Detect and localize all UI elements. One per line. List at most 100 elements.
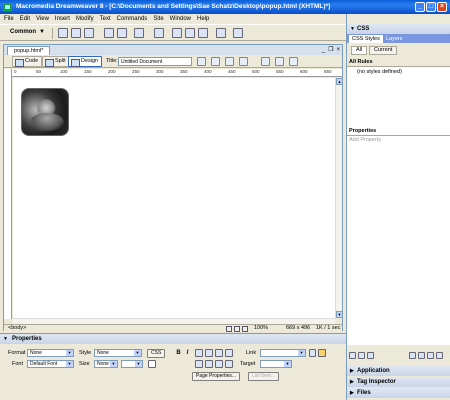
tag-selector[interactable]: <body> bbox=[8, 325, 26, 332]
no-styles-text: (no styles defined) bbox=[357, 69, 402, 75]
menu-site[interactable]: Site bbox=[153, 14, 163, 24]
unordered-list-icon[interactable] bbox=[195, 360, 203, 368]
doc-minimize-button[interactable]: _ bbox=[322, 46, 325, 54]
size-select[interactable]: None bbox=[94, 360, 118, 368]
size-label: Size bbox=[79, 361, 90, 367]
font-select[interactable]: Default Font bbox=[27, 360, 74, 368]
css-property-list[interactable]: Add Property bbox=[347, 135, 450, 345]
document-tab[interactable]: popup.html* bbox=[7, 46, 51, 55]
show-list-view-icon[interactable] bbox=[358, 352, 365, 359]
style-select[interactable]: None bbox=[94, 349, 142, 357]
indent-icon[interactable] bbox=[225, 360, 233, 368]
align-right-icon[interactable] bbox=[215, 349, 223, 357]
bold-button[interactable]: B bbox=[175, 350, 182, 357]
text-color-swatch[interactable] bbox=[148, 360, 156, 368]
current-toggle[interactable]: Current bbox=[369, 46, 398, 55]
menu-view[interactable]: View bbox=[36, 14, 49, 24]
validate-icon[interactable] bbox=[225, 57, 234, 66]
layer-icon[interactable] bbox=[117, 28, 127, 38]
menu-commands[interactable]: Commands bbox=[117, 14, 148, 24]
table-icon[interactable] bbox=[104, 28, 114, 38]
tag-chooser-icon[interactable] bbox=[233, 28, 243, 38]
visual-aids-icon[interactable] bbox=[289, 57, 298, 66]
minimize-button[interactable]: _ bbox=[415, 2, 425, 12]
menu-file[interactable]: File bbox=[4, 14, 14, 24]
ordered-list-icon[interactable] bbox=[205, 360, 213, 368]
maximize-button[interactable]: □ bbox=[426, 2, 436, 12]
window-size[interactable]: 669 x 496 bbox=[286, 325, 310, 332]
new-css-rule-icon[interactable] bbox=[418, 352, 425, 359]
delete-css-rule-icon[interactable] bbox=[436, 352, 443, 359]
refresh-icon[interactable] bbox=[261, 57, 270, 66]
vertical-ruler bbox=[4, 69, 12, 319]
title-label: Title: bbox=[106, 58, 118, 64]
cat-photo-image[interactable] bbox=[21, 88, 69, 136]
zoom-tool-icon[interactable] bbox=[242, 326, 248, 332]
css-panel-header[interactable]: CSS bbox=[347, 24, 450, 34]
target-select[interactable] bbox=[260, 360, 292, 368]
application-panel-header[interactable]: Application bbox=[347, 366, 450, 376]
templates-icon[interactable] bbox=[216, 28, 226, 38]
menu-insert[interactable]: Insert bbox=[55, 14, 70, 24]
media-icon[interactable] bbox=[154, 28, 164, 38]
italic-button[interactable]: I bbox=[184, 350, 191, 357]
doc-close-button[interactable]: × bbox=[336, 46, 340, 54]
close-button[interactable]: × bbox=[437, 2, 447, 12]
tab-css-styles[interactable]: CSS Styles bbox=[349, 35, 383, 43]
ruler-label: 300 bbox=[156, 69, 164, 74]
zoom-level[interactable]: 100% bbox=[254, 325, 268, 332]
page-properties-button[interactable]: Page Properties... bbox=[192, 372, 241, 381]
attach-stylesheet-icon[interactable] bbox=[409, 352, 416, 359]
outdent-icon[interactable] bbox=[215, 360, 223, 368]
date-icon[interactable] bbox=[172, 28, 182, 38]
split-view-button[interactable]: Split bbox=[42, 56, 70, 67]
tab-layers[interactable]: Layers bbox=[383, 35, 406, 43]
email-link-icon[interactable] bbox=[71, 28, 81, 38]
add-property-link[interactable]: Add Property bbox=[349, 137, 381, 143]
align-center-icon[interactable] bbox=[205, 349, 213, 357]
named-anchor-icon[interactable] bbox=[84, 28, 94, 38]
design-canvas[interactable] bbox=[13, 78, 335, 318]
all-rules-toggle[interactable]: All bbox=[351, 46, 368, 55]
size-unit-select bbox=[121, 360, 143, 368]
design-view-button[interactable]: Design bbox=[68, 56, 103, 67]
all-rules-label: All Rules bbox=[349, 59, 373, 65]
vertical-scrollbar[interactable]: ▲ ▼ bbox=[335, 78, 343, 318]
preview-browser-icon[interactable] bbox=[211, 57, 220, 66]
select-tool-icon[interactable] bbox=[226, 326, 232, 332]
hyperlink-icon[interactable] bbox=[58, 28, 68, 38]
view-options-icon[interactable] bbox=[275, 57, 284, 66]
comment-icon[interactable] bbox=[198, 28, 208, 38]
align-justify-icon[interactable] bbox=[225, 349, 233, 357]
ruler-label: 400 bbox=[204, 69, 212, 74]
browser-check-icon[interactable] bbox=[239, 57, 248, 66]
edit-style-icon[interactable] bbox=[427, 352, 434, 359]
link-input[interactable] bbox=[260, 349, 306, 357]
show-category-view-icon[interactable] bbox=[349, 352, 356, 359]
menu-edit[interactable]: Edit bbox=[20, 14, 30, 24]
scroll-down-icon[interactable]: ▼ bbox=[336, 311, 343, 318]
toolbar-separator bbox=[52, 28, 53, 39]
menu-modify[interactable]: Modify bbox=[76, 14, 94, 24]
code-view-button[interactable]: Code bbox=[12, 56, 43, 67]
doc-restore-button[interactable]: ❐ bbox=[328, 46, 333, 54]
scroll-up-icon[interactable]: ▲ bbox=[336, 78, 343, 85]
image-icon[interactable] bbox=[134, 28, 144, 38]
browse-folder-icon[interactable] bbox=[318, 349, 326, 357]
insert-category-dropdown[interactable]: Common ▼ bbox=[10, 29, 45, 35]
show-set-properties-icon[interactable] bbox=[367, 352, 374, 359]
css-button[interactable]: CSS bbox=[147, 349, 166, 358]
tag-inspector-panel-header[interactable]: Tag Inspector bbox=[347, 377, 450, 387]
menu-help[interactable]: Help bbox=[197, 14, 209, 24]
menu-text[interactable]: Text bbox=[100, 14, 111, 24]
format-select[interactable]: None bbox=[27, 349, 74, 357]
align-left-icon[interactable] bbox=[195, 349, 203, 357]
page-title-input[interactable] bbox=[118, 57, 192, 66]
server-side-include-icon[interactable] bbox=[185, 28, 195, 38]
file-management-icon[interactable] bbox=[197, 57, 206, 66]
hand-tool-icon[interactable] bbox=[234, 326, 240, 332]
properties-header[interactable]: Properties bbox=[0, 334, 346, 344]
files-panel-header[interactable]: Files bbox=[347, 388, 450, 398]
point-to-file-icon[interactable] bbox=[309, 349, 316, 357]
menu-window[interactable]: Window bbox=[170, 14, 191, 24]
